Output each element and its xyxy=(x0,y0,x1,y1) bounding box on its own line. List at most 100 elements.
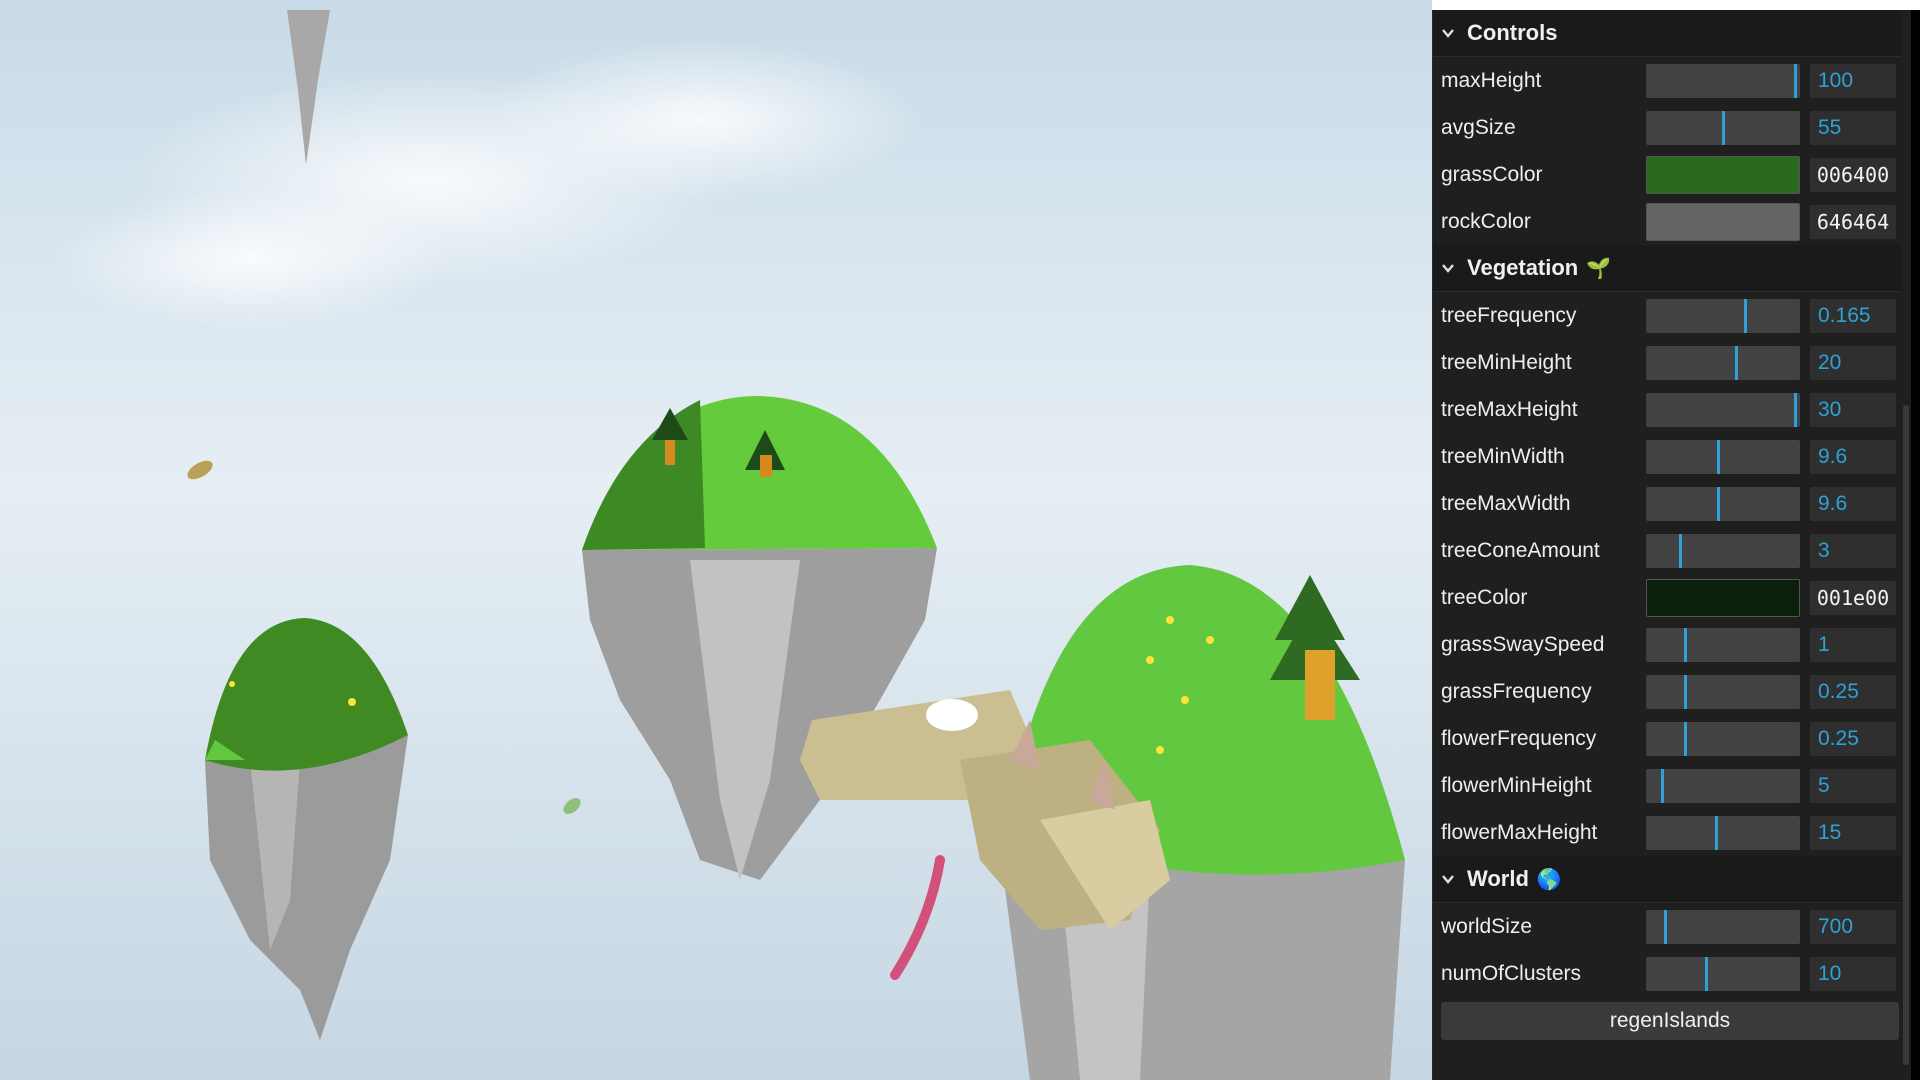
cloud xyxy=(480,40,920,200)
number-input[interactable]: 1 xyxy=(1810,627,1896,662)
slider-handle[interactable] xyxy=(1679,533,1682,568)
slider-handle[interactable] xyxy=(1717,439,1720,474)
control-label: avgSize xyxy=(1441,115,1516,139)
control-label: flowerMaxHeight xyxy=(1441,820,1598,844)
control-label: grassFrequency xyxy=(1441,679,1592,703)
control-row-avgSize: avgSize 55 xyxy=(1433,104,1911,151)
slider-track[interactable] xyxy=(1646,439,1800,474)
control-row-treeMinHeight: treeMinHeight 20 xyxy=(1433,339,1911,386)
slider-track[interactable] xyxy=(1646,627,1800,662)
cloud xyxy=(50,190,450,330)
control-label: treeMinHeight xyxy=(1441,350,1572,374)
number-input[interactable]: 15 xyxy=(1810,815,1896,850)
number-input[interactable]: 9.6 xyxy=(1810,486,1896,521)
number-input[interactable]: 700 xyxy=(1810,909,1896,944)
color-swatch[interactable] xyxy=(1646,578,1800,617)
chevron-down-icon xyxy=(1441,872,1455,886)
color-swatch[interactable] xyxy=(1646,155,1800,194)
slider-handle[interactable] xyxy=(1717,486,1720,521)
controls-header[interactable]: Controls xyxy=(1433,10,1911,57)
control-row-maxHeight: maxHeight 100 xyxy=(1433,57,1911,104)
number-input[interactable]: 5 xyxy=(1810,768,1896,803)
slider-handle[interactable] xyxy=(1722,110,1725,145)
control-row-treeMaxHeight: treeMaxHeight 30 xyxy=(1433,386,1911,433)
control-label: treeMinWidth xyxy=(1441,444,1565,468)
slider-handle[interactable] xyxy=(1684,674,1687,709)
control-label: grassColor xyxy=(1441,162,1543,186)
world-folder-header[interactable]: World 🌎 xyxy=(1433,856,1911,903)
slider-handle[interactable] xyxy=(1794,63,1797,98)
number-input[interactable]: 20 xyxy=(1810,345,1896,380)
vegetation-folder-header[interactable]: Vegetation 🌱 xyxy=(1433,245,1911,292)
color-swatch[interactable] xyxy=(1646,202,1800,241)
island-scene xyxy=(0,0,1432,1080)
number-input[interactable]: 55 xyxy=(1810,110,1896,145)
slider-track[interactable] xyxy=(1646,674,1800,709)
color-hex-input[interactable]: 006400 xyxy=(1810,157,1896,192)
number-input[interactable]: 0.165 xyxy=(1810,298,1896,333)
color-hex-input[interactable]: 646464 xyxy=(1810,204,1896,239)
chevron-down-icon xyxy=(1441,261,1455,275)
control-row-treeColor: treeColor 001e00 xyxy=(1433,574,1911,621)
slider-track[interactable] xyxy=(1646,533,1800,568)
slider-handle[interactable] xyxy=(1684,721,1687,756)
control-row-grassColor: grassColor 006400 xyxy=(1433,151,1911,198)
slider-handle[interactable] xyxy=(1735,345,1738,380)
slider-track[interactable] xyxy=(1646,768,1800,803)
controls-panel: Controls maxHeight 100 avgSize 55 grassColo… xyxy=(1432,10,1911,1080)
control-row-treeMinWidth: treeMinWidth 9.6 xyxy=(1433,433,1911,480)
control-label: rockColor xyxy=(1441,209,1531,233)
panel-scrollbar[interactable] xyxy=(1901,10,1911,1080)
controls-title: Controls xyxy=(1467,20,1558,45)
slider-track[interactable] xyxy=(1646,956,1800,991)
regen-islands-button[interactable]: regenIslands xyxy=(1441,1002,1899,1040)
control-row-grassSwaySpeed: grassSwaySpeed 1 xyxy=(1433,621,1911,668)
slider-track[interactable] xyxy=(1646,345,1800,380)
control-row-rockColor: rockColor 646464 xyxy=(1433,198,1911,245)
number-input[interactable]: 100 xyxy=(1810,63,1896,98)
slider-track[interactable] xyxy=(1646,815,1800,850)
color-hex-input[interactable]: 001e00 xyxy=(1810,580,1896,615)
control-row-flowerFrequency: flowerFrequency 0.25 xyxy=(1433,715,1911,762)
number-input[interactable]: 0.25 xyxy=(1810,721,1896,756)
slider-track[interactable] xyxy=(1646,298,1800,333)
control-label: treeFrequency xyxy=(1441,303,1577,327)
control-label: numOfClusters xyxy=(1441,961,1582,985)
control-row-flowerMinHeight: flowerMinHeight 5 xyxy=(1433,762,1911,809)
slider-track[interactable] xyxy=(1646,63,1800,98)
number-input[interactable]: 0.25 xyxy=(1810,674,1896,709)
chevron-down-icon xyxy=(1441,26,1455,40)
slider-handle[interactable] xyxy=(1684,627,1687,662)
control-label: treeColor xyxy=(1441,585,1528,609)
seedling-icon: 🌱 xyxy=(1586,257,1612,280)
slider-handle[interactable] xyxy=(1794,392,1797,427)
control-label: maxHeight xyxy=(1441,68,1542,92)
control-label: grassSwaySpeed xyxy=(1441,632,1605,656)
control-row-treeMaxWidth: treeMaxWidth 9.6 xyxy=(1433,480,1911,527)
control-row-treeConeAmount: treeConeAmount 3 xyxy=(1433,527,1911,574)
slider-track[interactable] xyxy=(1646,486,1800,521)
slider-track[interactable] xyxy=(1646,721,1800,756)
control-label: treeMaxWidth xyxy=(1441,491,1571,515)
slider-handle[interactable] xyxy=(1705,956,1708,991)
control-row-numOfClusters: numOfClusters 10 xyxy=(1433,950,1911,997)
control-label: treeMaxHeight xyxy=(1441,397,1578,421)
slider-handle[interactable] xyxy=(1661,768,1664,803)
slider-track[interactable] xyxy=(1646,392,1800,427)
scrollbar-thumb[interactable] xyxy=(1903,405,1909,1065)
world-title: World xyxy=(1467,866,1529,891)
slider-track[interactable] xyxy=(1646,909,1800,944)
control-row-treeFrequency: treeFrequency 0.165 xyxy=(1433,292,1911,339)
control-label: flowerMinHeight xyxy=(1441,773,1592,797)
slider-track[interactable] xyxy=(1646,110,1800,145)
control-label: worldSize xyxy=(1441,914,1533,938)
number-input[interactable]: 10 xyxy=(1810,956,1896,991)
slider-handle[interactable] xyxy=(1744,298,1747,333)
number-input[interactable]: 9.6 xyxy=(1810,439,1896,474)
number-input[interactable]: 3 xyxy=(1810,533,1896,568)
slider-handle[interactable] xyxy=(1715,815,1718,850)
slider-handle[interactable] xyxy=(1664,909,1667,944)
number-input[interactable]: 30 xyxy=(1810,392,1896,427)
3d-viewport[interactable] xyxy=(0,0,1432,1080)
control-label: treeConeAmount xyxy=(1441,538,1600,562)
